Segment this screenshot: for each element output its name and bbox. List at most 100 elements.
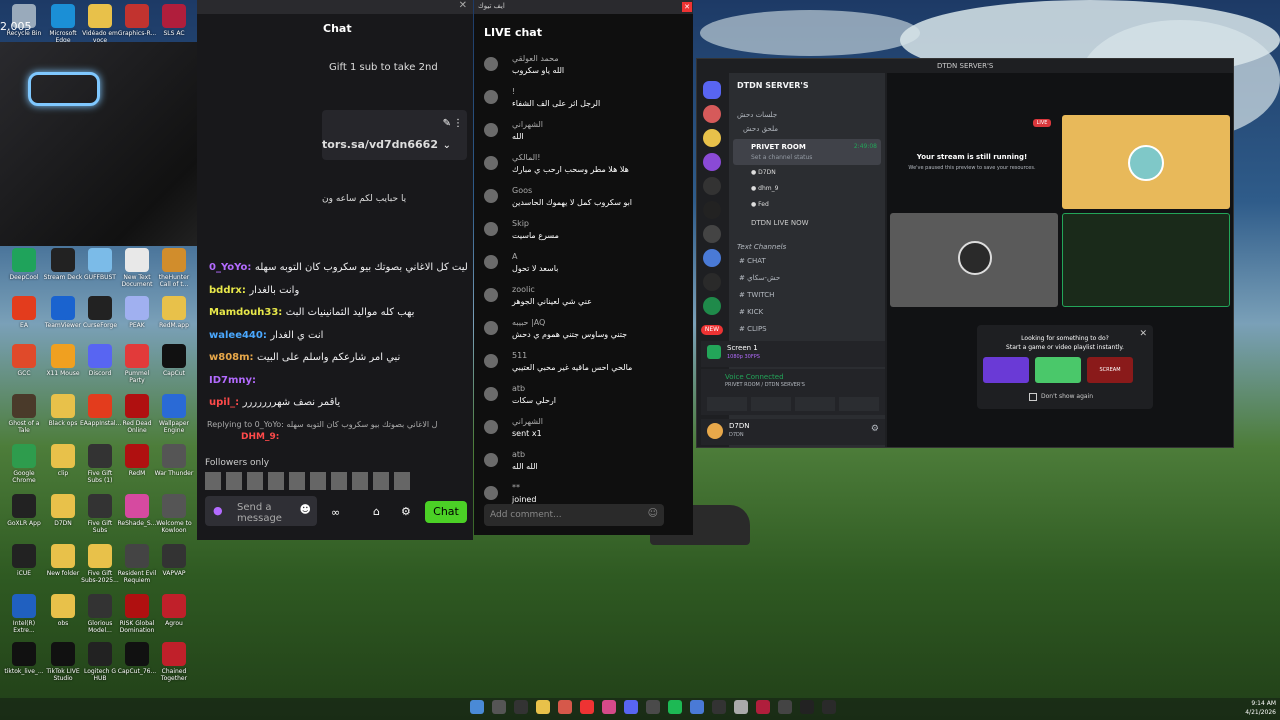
chat-line[interactable]: bddrx: وانت بالغدار — [209, 285, 299, 296]
desktop-icon[interactable]: TeamViewer — [43, 296, 83, 329]
avatar[interactable] — [484, 255, 498, 269]
live-message[interactable]: حبيبه |AQ جتني وساوس جتني هموم ي دحش — [482, 318, 685, 348]
avatar[interactable] — [484, 57, 498, 71]
chat-send-button[interactable]: Chat — [425, 501, 467, 523]
desktop-icon[interactable]: theHunter Call of t... — [154, 248, 194, 288]
live-message[interactable]: 511 مالحي احس ماقيه غير محبي العتيبي — [482, 351, 685, 381]
taskbar-app-icon[interactable] — [690, 700, 704, 714]
desktop-icon[interactable]: Agrou — [154, 594, 194, 627]
desktop-icon[interactable]: Resident Evil Requiem — [117, 544, 157, 584]
desktop-icon[interactable]: Welcome to Kowloon — [154, 494, 194, 534]
avatar[interactable] — [707, 423, 723, 439]
clock-time[interactable]: 9:14 AM — [1240, 700, 1276, 707]
voice-category[interactable]: جلسات دحش — [737, 111, 777, 119]
live-message[interactable]: الشهراني sent x1 — [482, 417, 685, 447]
desktop-icon[interactable]: Stream Deck — [43, 248, 83, 281]
desktop-icon[interactable]: EAappInstal... — [80, 394, 121, 427]
live-message[interactable]: Goos ابو سكروب كمل لا يهموك الحاسدين — [482, 186, 685, 216]
message-input[interactable]: Send a message ● ☻ — [205, 496, 317, 526]
activity-card[interactable]: SCREAM — [1087, 357, 1133, 383]
avatar[interactable] — [484, 189, 498, 203]
taskbar-app-icon[interactable] — [778, 700, 792, 714]
taskbar-app-icon[interactable] — [602, 700, 616, 714]
voice-member[interactable]: ● D7DN — [751, 169, 776, 176]
activity-card[interactable] — [1035, 357, 1081, 383]
live-message[interactable]: محمد العولقي الله ياو سكروب — [482, 54, 685, 84]
desktop-icon[interactable]: TikTok LIVE Studio — [43, 642, 83, 682]
desktop-icon[interactable]: Five Gift Subs (1) — [80, 444, 120, 484]
desktop-icon[interactable]: tiktok_live_... — [4, 642, 44, 675]
avatar[interactable] — [484, 222, 498, 236]
desktop-icon[interactable]: Discord — [80, 344, 120, 377]
desktop-icon[interactable]: CapCut — [154, 344, 194, 377]
desktop-icon[interactable]: RedM.app — [154, 296, 194, 329]
text-channel[interactable]: # CHAT — [739, 257, 766, 265]
chat-username[interactable]: Mamdouh33: — [209, 307, 286, 318]
live-message[interactable]: A باسعد لا تحول — [482, 252, 685, 282]
desktop-icon[interactable]: Google Chrome — [4, 444, 44, 484]
screen-share-bar[interactable]: Screen 1 1080p 30FPS — [701, 341, 885, 367]
avatar[interactable] — [484, 453, 498, 467]
voice-controls[interactable] — [707, 397, 879, 411]
server-icon[interactable] — [703, 153, 721, 171]
server-icon[interactable] — [703, 201, 721, 219]
gift-sub-banner[interactable]: Gift 1 sub to take 2nd — [329, 62, 438, 73]
taskbar-app-icon[interactable] — [646, 700, 660, 714]
desktop-icon[interactable]: Ghost of a Tale — [4, 394, 44, 434]
server-icon[interactable] — [703, 129, 721, 147]
desktop-icon[interactable]: Red Dead Online — [117, 394, 157, 434]
chat-line[interactable]: ID7mny: — [209, 375, 256, 386]
taskbar-app-icon[interactable] — [822, 700, 836, 714]
privet-room-channel[interactable]: PRIVET ROOM Set a channel status 2:49:08 — [733, 139, 881, 165]
desktop-icon[interactable]: Microsoft Edge — [43, 4, 83, 44]
live-message[interactable]: atb الله الله — [482, 450, 685, 480]
desktop-icon[interactable]: Vidéado em voce — [80, 4, 120, 44]
desktop-icon[interactable]: War Thunder — [154, 444, 194, 477]
chat-username[interactable]: w808m: — [209, 352, 257, 363]
bits-icon[interactable]: ∞ — [331, 506, 340, 519]
live-message[interactable]: الشهراني الله — [482, 120, 685, 150]
server-icon[interactable] — [703, 273, 721, 291]
chevron-down-icon[interactable]: ⌄ — [443, 140, 451, 151]
desktop-icon[interactable]: Pummel Party — [117, 344, 157, 384]
taskbar-app-icon[interactable] — [800, 700, 814, 714]
live-message[interactable]: zoolic عني شي لعيناني الجوهر — [482, 285, 685, 315]
live-message[interactable]: Skip مسرع ماسيت — [482, 219, 685, 249]
text-channel[interactable]: # CLIPS — [739, 325, 767, 333]
server-icon[interactable] — [703, 249, 721, 267]
desktop-icon[interactable]: GUFFBUST — [80, 248, 120, 281]
taskbar-app-icon[interactable] — [668, 700, 682, 714]
desktop-icon[interactable]: iCUE — [4, 544, 44, 577]
sub-channel[interactable]: ملحق دحش — [743, 125, 778, 133]
activity-card[interactable] — [983, 357, 1029, 383]
taskbar-app-icon[interactable] — [624, 700, 638, 714]
avatar[interactable] — [484, 486, 498, 500]
pinned-message[interactable]: tors.sa/vd7dn6662 ✎ ⋮ ⌄ — [322, 110, 467, 160]
chat-username[interactable]: 0_YoYo: — [209, 262, 255, 273]
settings-icon[interactable]: ⚙ — [871, 424, 879, 434]
desktop-icon[interactable]: CapCut_76... — [117, 642, 157, 675]
chat-username[interactable]: ID7mny: — [209, 375, 256, 386]
chat-line[interactable]: 0_YoYo: ليت كل الاغاني بصوتك بيو سكروب ك… — [209, 262, 468, 273]
server-icon[interactable] — [703, 225, 721, 243]
server-name[interactable]: DTDN SERVER'S — [737, 81, 809, 90]
desktop-icon[interactable]: Intel(R) Extre... — [4, 594, 44, 634]
taskbar-app-icon[interactable] — [756, 700, 770, 714]
desktop-icon[interactable]: CurseForge — [80, 296, 120, 329]
desktop-icon[interactable]: New Text Document — [117, 248, 157, 288]
avatar[interactable] — [484, 123, 498, 137]
server-icon[interactable] — [703, 297, 721, 315]
live-message[interactable]: ! الرجل اثر على الف الشفاء — [482, 87, 685, 117]
text-channel[interactable]: # TWITCH — [739, 291, 774, 299]
taskbar-app-icon[interactable] — [536, 700, 550, 714]
pin-icon[interactable]: ✎ — [443, 118, 451, 129]
desktop-icon[interactable]: EA — [4, 296, 44, 329]
dont-show-checkbox[interactable] — [1029, 393, 1037, 401]
avatar[interactable] — [484, 90, 498, 104]
close-icon[interactable]: ✕ — [197, 0, 473, 14]
pinned-link[interactable]: tors.sa/vd7dn6662 — [322, 138, 438, 151]
taskbar-app-icon[interactable] — [470, 700, 484, 714]
emoji-icon[interactable]: ☻ — [300, 503, 311, 516]
desktop-icon[interactable]: Black ops — [43, 394, 83, 427]
taskbar-app-icon[interactable] — [558, 700, 572, 714]
